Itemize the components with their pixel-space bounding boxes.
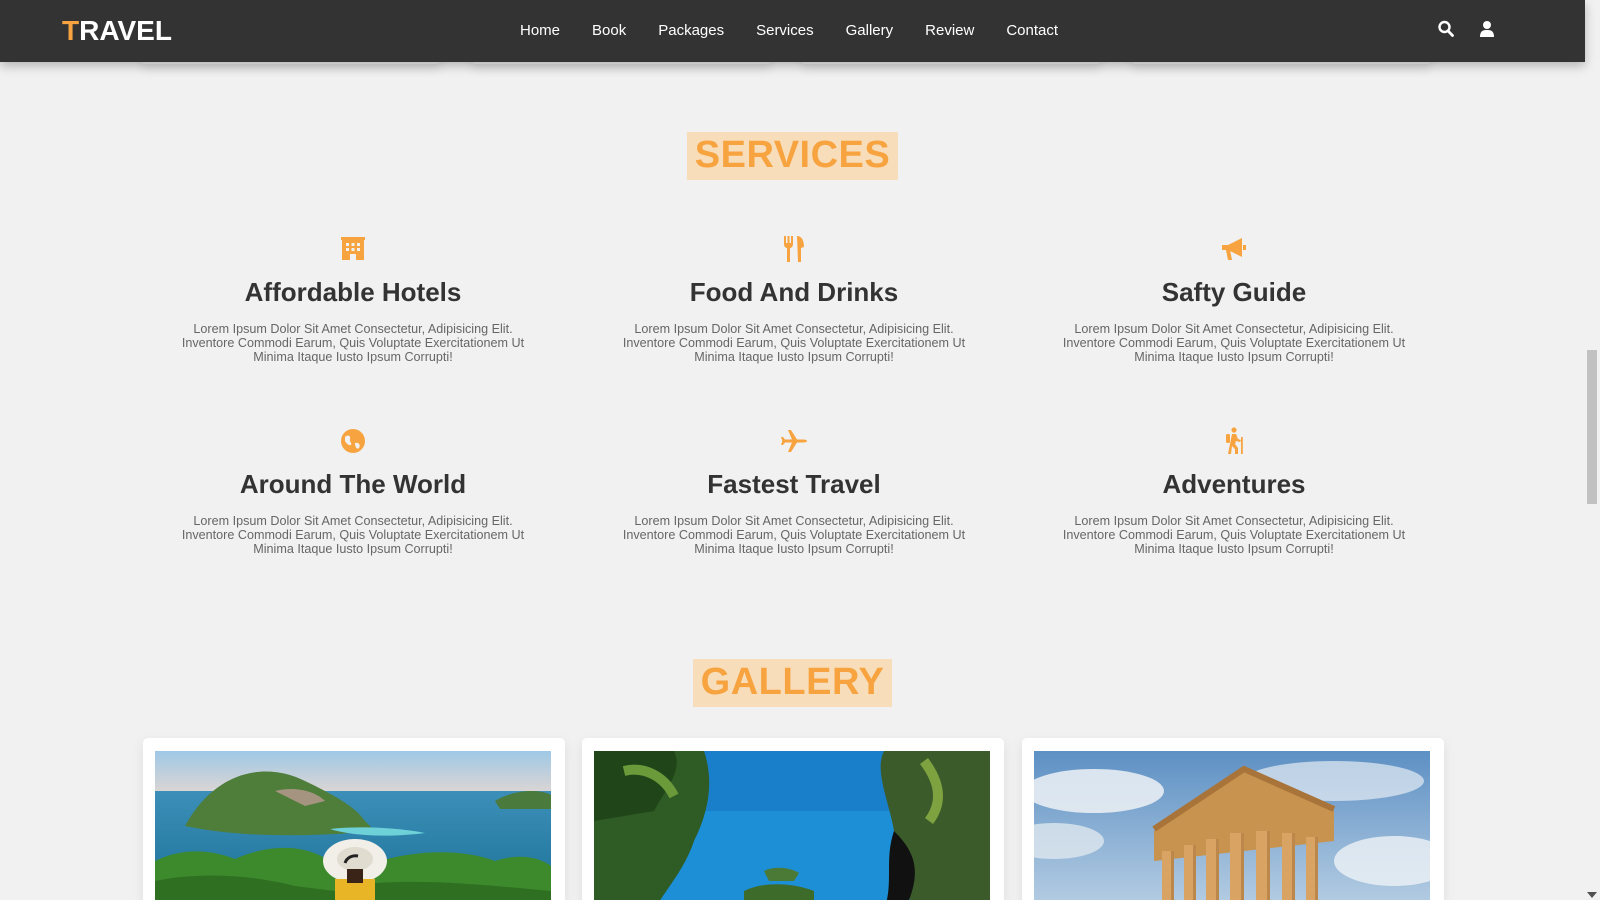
service-text: Lorem Ipsum Dolor Sit Amet Consectetur, … — [181, 514, 525, 556]
service-title: Fastest Travel — [707, 469, 881, 499]
service-card: Affordable Hotels Lorem Ipsum Dolor Sit … — [163, 235, 543, 364]
gallery-card[interactable] — [143, 738, 565, 900]
scrollbar-thumb[interactable] — [1587, 350, 1597, 504]
service-card: Around The World Lorem Ipsum Dolor Sit A… — [163, 427, 543, 556]
service-title: Adventures — [1162, 469, 1306, 499]
nav-gallery[interactable]: Gallery — [846, 21, 894, 41]
search-icon[interactable] — [1438, 20, 1454, 38]
nav-review[interactable]: Review — [925, 21, 974, 41]
service-card: Food And Drinks Lorem Ipsum Dolor Sit Am… — [604, 235, 984, 364]
hiking-icon — [1044, 427, 1424, 455]
nav-home[interactable]: Home — [520, 21, 560, 41]
globe-icon — [163, 427, 543, 455]
nav-services[interactable]: Services — [756, 21, 814, 41]
services-heading: SERVICES — [686, 132, 899, 180]
hotel-icon — [163, 235, 543, 263]
service-text: Lorem Ipsum Dolor Sit Amet Consectetur, … — [1062, 514, 1406, 556]
service-card: Fastest Travel Lorem Ipsum Dolor Sit Ame… — [604, 427, 984, 556]
gallery-heading: GALLERY — [692, 659, 893, 707]
main-nav: Home Book Packages Services Gallery Revi… — [520, 21, 1058, 41]
service-title: Safty Guide — [1161, 277, 1307, 307]
gallery-heading-wrap: GALLERY — [0, 659, 1585, 707]
service-card: Safty Guide Lorem Ipsum Dolor Sit Amet C… — [1044, 235, 1424, 364]
bullhorn-icon — [1044, 235, 1424, 263]
logo-text: RAVEL — [79, 15, 172, 46]
service-card: Adventures Lorem Ipsum Dolor Sit Amet Co… — [1044, 427, 1424, 556]
tropical-cliffs-image — [594, 751, 990, 900]
scrollbar[interactable] — [1585, 0, 1600, 900]
gallery-card[interactable] — [582, 738, 1004, 900]
header: TRAVEL Home Book Packages Services Galle… — [0, 0, 1585, 62]
plane-icon — [604, 427, 984, 455]
service-text: Lorem Ipsum Dolor Sit Amet Consectetur, … — [181, 322, 525, 364]
header-icons — [1438, 20, 1496, 38]
logo[interactable]: TRAVEL — [62, 15, 172, 47]
services-heading-wrap: SERVICES — [0, 132, 1585, 180]
island-lookout-image — [155, 751, 551, 900]
nav-contact[interactable]: Contact — [1006, 21, 1058, 41]
scroll-down-icon[interactable] — [1587, 892, 1597, 898]
service-text: Lorem Ipsum Dolor Sit Amet Consectetur, … — [622, 322, 966, 364]
service-title: Around The World — [239, 469, 467, 499]
service-text: Lorem Ipsum Dolor Sit Amet Consectetur, … — [622, 514, 966, 556]
service-title: Affordable Hotels — [244, 277, 462, 307]
greek-temple-image — [1034, 751, 1430, 900]
logo-first-letter: T — [62, 15, 80, 46]
service-title: Food And Drinks — [689, 277, 899, 307]
service-text: Lorem Ipsum Dolor Sit Amet Consectetur, … — [1062, 322, 1406, 364]
gallery-card[interactable] — [1022, 738, 1444, 900]
user-icon[interactable] — [1480, 20, 1496, 38]
nav-packages[interactable]: Packages — [658, 21, 724, 41]
nav-book[interactable]: Book — [592, 21, 626, 41]
utensils-icon — [604, 235, 984, 263]
